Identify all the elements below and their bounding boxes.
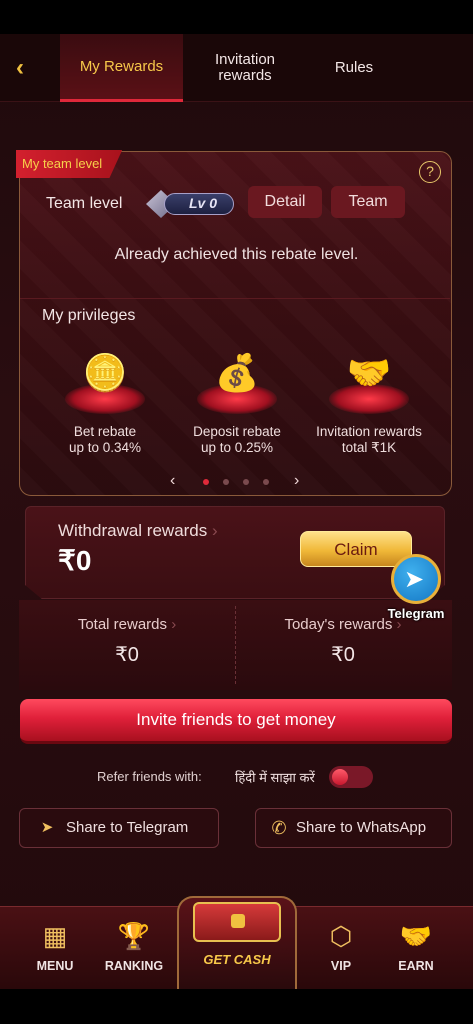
nav-get-cash-label: GET CASH — [203, 952, 271, 967]
privilege-label: Bet rebate — [73, 424, 137, 439]
paper-plane-icon: ➤ — [404, 566, 425, 593]
nav-earn[interactable]: 🤝 EARN — [381, 919, 451, 984]
paper-plane-icon: ➤ — [40, 819, 54, 836]
tab-rules-label: Rules — [334, 59, 374, 76]
chevron-right-icon: › — [171, 616, 177, 633]
withdrawal-amount: ₹0 — [58, 545, 92, 576]
withdrawal-title[interactable]: Withdrawal rewards › — [58, 521, 218, 541]
telegram-float-button[interactable]: ➤ Telegram — [377, 554, 455, 624]
privileges-title: My privileges — [42, 307, 136, 324]
total-rewards-label-text: Total rewards — [77, 616, 168, 633]
treasure-chest-icon — [193, 902, 281, 942]
vip-shield-icon: ⬡ — [329, 921, 353, 951]
pager-dot[interactable] — [223, 479, 229, 485]
chevron-right-icon: › — [212, 521, 218, 540]
hindi-share-label: हिंदी में साझा करें — [235, 770, 315, 785]
tab-invitation-rewards-label: Invitation rewards — [214, 51, 276, 84]
privilege-label: Invitation rewards — [316, 424, 422, 439]
achieved-text: Already achieved this rebate level. — [114, 246, 359, 263]
tab-my-rewards[interactable]: My Rewards — [60, 34, 183, 102]
nav-menu[interactable]: ▦ MENU — [20, 919, 90, 984]
telegram-float-label: Telegram — [387, 606, 445, 621]
pager-dot[interactable] — [203, 479, 209, 485]
app-screen: ‹ My Rewards Invitation rewards Rules My… — [0, 34, 473, 989]
chevron-right-icon[interactable]: › — [294, 472, 299, 490]
refer-label: Refer friends with: — [97, 769, 202, 784]
trophy-icon: 🏆 — [117, 921, 151, 951]
tab-rules[interactable]: Rules — [318, 34, 390, 102]
withdrawal-title-text: Withdrawal rewards — [58, 521, 208, 540]
menu-grid-icon: ▦ — [42, 921, 68, 951]
privilege-invitation-rewards: 🤝 Invitation rewards total ₹1K — [304, 348, 434, 458]
team-level-label: Team level — [46, 195, 123, 212]
nav-menu-label: MENU — [36, 959, 74, 973]
privilege-deposit-rebate: 💰 Deposit rebate up to 0.25% — [172, 348, 302, 458]
share-telegram-button[interactable]: ➤ Share to Telegram — [19, 808, 219, 848]
privileges-pager: ‹ › — [170, 472, 310, 490]
share-whatsapp-label: Share to WhatsApp — [296, 819, 427, 836]
coins-gems-icon: 🪙 — [82, 352, 128, 393]
total-rewards-value: ₹0 — [115, 644, 139, 666]
share-telegram-label: Share to Telegram — [66, 819, 189, 836]
privilege-value: up to 0.25% — [200, 440, 274, 455]
tab-invitation-rewards[interactable]: Invitation rewards — [196, 34, 294, 102]
nav-vip[interactable]: ⬡ VIP — [306, 919, 376, 984]
toggle-knob — [332, 769, 348, 785]
tab-my-rewards-label: My Rewards — [79, 57, 164, 75]
level-badge: Lv 0 — [146, 190, 234, 218]
team-level-card: My team level ? Team level Lv 0 Detail T… — [16, 150, 452, 496]
nav-ranking-label: RANKING — [104, 959, 164, 973]
detail-button[interactable]: Detail — [248, 186, 322, 218]
money-chest-icon: 💰 — [214, 352, 260, 393]
invite-friends-button[interactable]: Invite friends to get money — [20, 699, 452, 744]
today-rewards-value: ₹0 — [331, 644, 355, 666]
privilege-bet-rebate: 🪙 Bet rebate up to 0.34% — [40, 348, 170, 458]
nav-get-cash[interactable]: GET CASH — [177, 896, 297, 989]
help-icon[interactable]: ? — [419, 161, 441, 183]
pager-dot[interactable] — [263, 479, 269, 485]
card-divider — [20, 298, 450, 299]
share-whatsapp-button[interactable]: ✆ Share to WhatsApp — [255, 808, 452, 848]
whatsapp-icon: ✆ — [271, 818, 287, 838]
chevron-left-icon[interactable]: ‹ — [170, 472, 175, 490]
nav-earn-label: EARN — [398, 959, 434, 973]
privilege-value: up to 0.34% — [68, 440, 142, 455]
total-rewards-label[interactable]: Total rewards › — [19, 616, 235, 633]
team-button[interactable]: Team — [331, 186, 405, 218]
handshake-icon: 🤝 — [346, 352, 392, 393]
privilege-label: Deposit rebate — [193, 424, 281, 439]
team-level-ribbon: My team level — [16, 150, 123, 178]
pager-dot[interactable] — [243, 479, 249, 485]
handshake-icon: 🤝 — [399, 921, 433, 951]
level-badge-text: Lv 0 — [164, 193, 234, 215]
nav-ranking[interactable]: 🏆 RANKING — [99, 919, 169, 984]
privilege-value: total ₹1K — [341, 440, 397, 455]
top-bar: ‹ My Rewards Invitation rewards Rules — [0, 34, 473, 102]
hindi-share-toggle[interactable] — [329, 766, 373, 788]
back-arrow-icon[interactable]: ‹ — [16, 56, 42, 80]
nav-vip-label: VIP — [330, 959, 352, 973]
